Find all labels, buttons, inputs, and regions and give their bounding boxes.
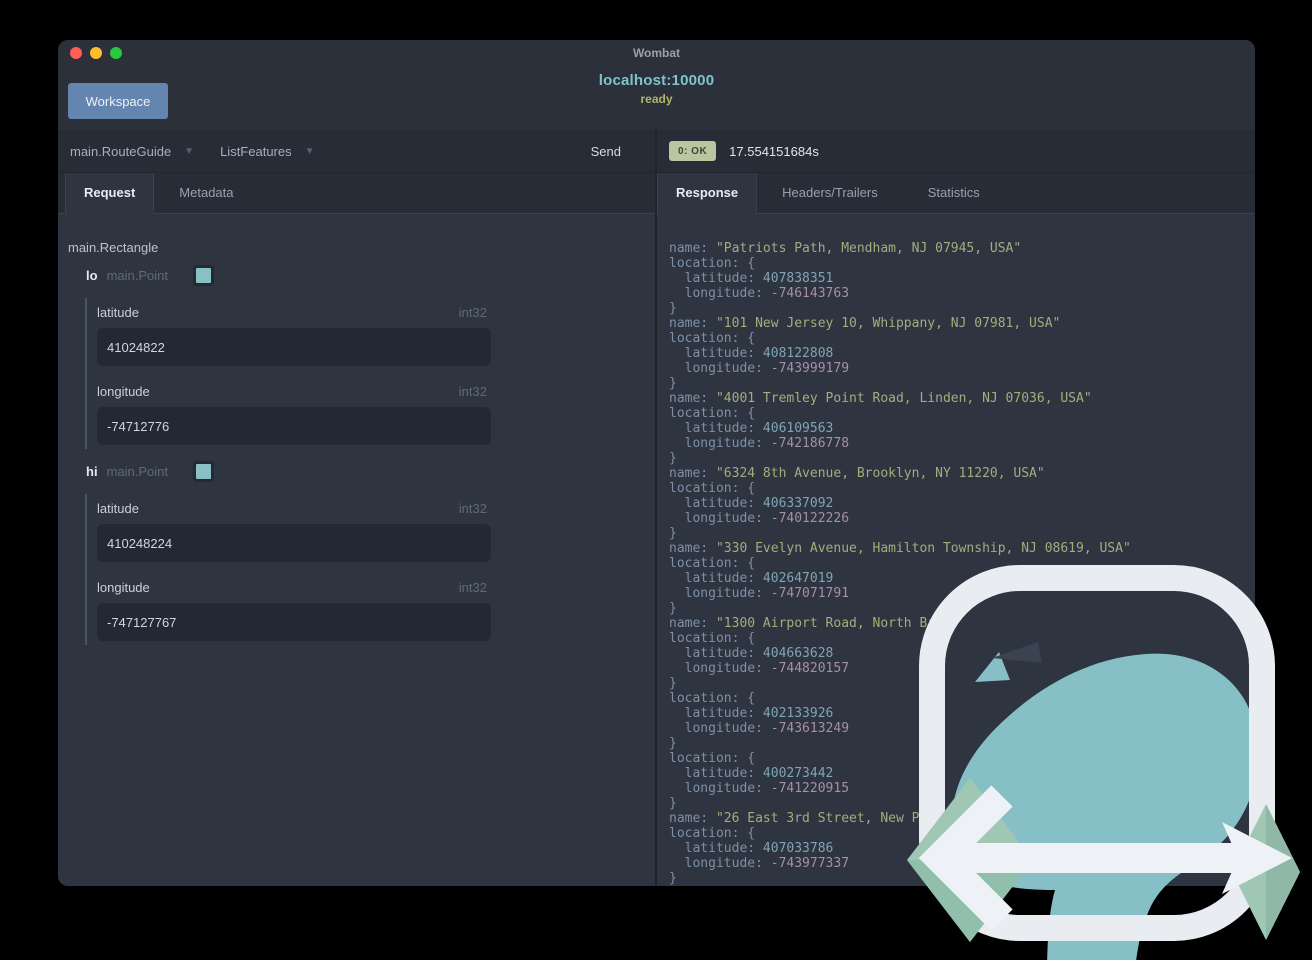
tab-headers-trailers[interactable]: Headers/Trailers: [757, 173, 903, 213]
tab-response[interactable]: Response: [657, 173, 758, 214]
response-toolbar: 0: OK 17.554151684s: [657, 130, 1255, 173]
latitude-label: latitude: [97, 305, 139, 320]
indent-guide: [85, 494, 87, 645]
response-entry: name: "4001 Tremley Point Road, Linden, …: [669, 391, 1092, 466]
field-group-lo: lo main.Point: [86, 268, 211, 283]
request-tabs: Request Metadata: [58, 173, 655, 214]
chevron-down-icon: ▼: [184, 145, 195, 157]
longitude-label: longitude: [97, 384, 150, 399]
response-entry: location: { latitude: 402133926 longitud…: [669, 691, 850, 751]
server-status: ready: [640, 92, 673, 106]
duration-label: 17.554151684s: [729, 143, 819, 159]
send-button[interactable]: Send: [585, 143, 627, 160]
longitude-type: int32: [458, 384, 487, 399]
latitude-label: latitude: [97, 501, 139, 516]
arrow-shaft: [958, 843, 1244, 873]
checkbox-lo[interactable]: [195, 268, 211, 283]
field-group-hi: hi main.Point: [86, 464, 211, 479]
response-entry: location: { latitude: 400273442 longitud…: [669, 751, 850, 811]
request-pane: main.RouteGuide ▼ ListFeatures ▼ Send Re…: [58, 130, 655, 886]
service-selector[interactable]: main.RouteGuide: [70, 144, 171, 159]
window-title: Wombat: [632, 46, 681, 60]
field-name: hi: [86, 464, 98, 479]
response-tabs: Response Headers/Trailers Statistics: [657, 173, 1255, 214]
latitude-type: int32: [458, 501, 487, 516]
field-type: main.Point: [106, 464, 168, 479]
status-badge: 0: OK: [669, 141, 717, 161]
minimize-button[interactable]: [90, 47, 102, 59]
method-selector[interactable]: ListFeatures: [220, 144, 292, 159]
tab-statistics[interactable]: Statistics: [903, 173, 1005, 213]
longitude-type: int32: [458, 580, 487, 595]
longitude-label: longitude: [97, 580, 150, 595]
response-entry: name: "Patriots Path, Mendham, NJ 07945,…: [669, 241, 1022, 316]
tab-request[interactable]: Request: [65, 173, 155, 214]
response-entry: name: "26 East 3rd Street, New Pr locati…: [669, 811, 928, 886]
titlebar: Wombat: [58, 40, 1255, 64]
server-info: localhost:10000 ready: [58, 72, 1255, 106]
checkbox-hi[interactable]: [195, 464, 211, 479]
zoom-button[interactable]: [110, 47, 122, 59]
lo-longitude-input[interactable]: [97, 407, 491, 445]
response-entry: name: "1300 Airport Road, North Br locat…: [669, 616, 936, 691]
tab-metadata[interactable]: Metadata: [154, 173, 258, 213]
close-button[interactable]: [70, 47, 82, 59]
field-type: main.Point: [106, 268, 168, 283]
message-type-label: main.Rectangle: [68, 240, 159, 255]
wombat-logo: [907, 565, 1300, 960]
header: Workspace localhost:10000 ready: [58, 64, 1255, 130]
hi-latitude-input[interactable]: [97, 524, 491, 562]
traffic-lights: [70, 47, 122, 59]
response-entry: name: "101 New Jersey 10, Whippany, NJ 0…: [669, 316, 1061, 391]
desktop-background: Wombat Workspace localhost:10000 ready m…: [0, 0, 1312, 960]
hi-longitude-input[interactable]: [97, 603, 491, 641]
indent-guide: [85, 298, 87, 449]
chevron-down-icon: ▼: [304, 145, 315, 157]
field-name: lo: [86, 268, 98, 283]
logo-diamond-right-shade: [1266, 804, 1300, 940]
request-toolbar: main.RouteGuide ▼ ListFeatures ▼ Send: [58, 130, 655, 173]
server-address: localhost:10000: [598, 72, 715, 89]
request-form: main.Rectangle lo main.Point latitude in…: [58, 214, 655, 886]
response-entry: name: "6324 8th Avenue, Brooklyn, NY 112…: [669, 466, 1045, 541]
lo-latitude-input[interactable]: [97, 328, 491, 366]
latitude-type: int32: [458, 305, 487, 320]
